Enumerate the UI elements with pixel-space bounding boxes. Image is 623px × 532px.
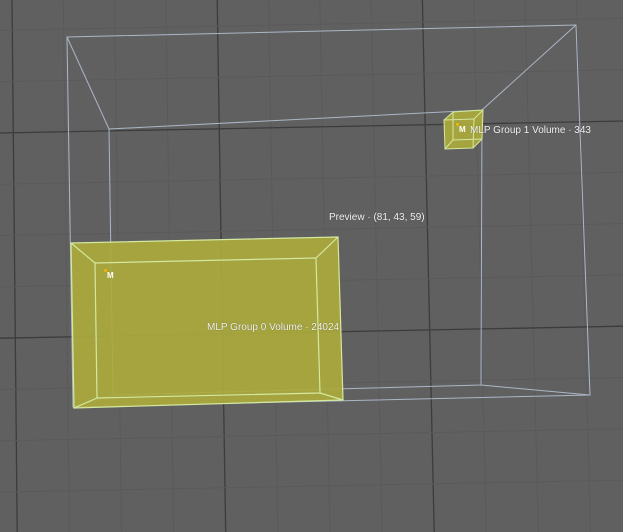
grid-line (11, 0, 18, 532)
preview-label: Preview · (81, 43, 59) (329, 212, 425, 223)
grid-line (473, 0, 487, 532)
volume-gizmo-icon[interactable]: M (104, 269, 114, 280)
grid-line (62, 0, 70, 532)
grid-line (0, 17, 623, 31)
grid-line (0, 223, 623, 237)
volume-gizmo-icon[interactable]: M (456, 123, 466, 134)
grid-line (524, 0, 539, 532)
volume-label: MLP Group 1 Volume · 343 (470, 125, 591, 136)
scene-view[interactable]: M M Preview · (81, 43, 59) MLP Group 0 V… (0, 0, 623, 532)
grid-line (0, 69, 623, 83)
grid-line (370, 0, 383, 532)
volume-label: MLP Group 0 Volume · 24024 (207, 322, 340, 333)
scene-viewport (0, 0, 623, 532)
grid-line (0, 428, 623, 442)
grid-line (0, 479, 623, 493)
grid-line (421, 0, 435, 532)
